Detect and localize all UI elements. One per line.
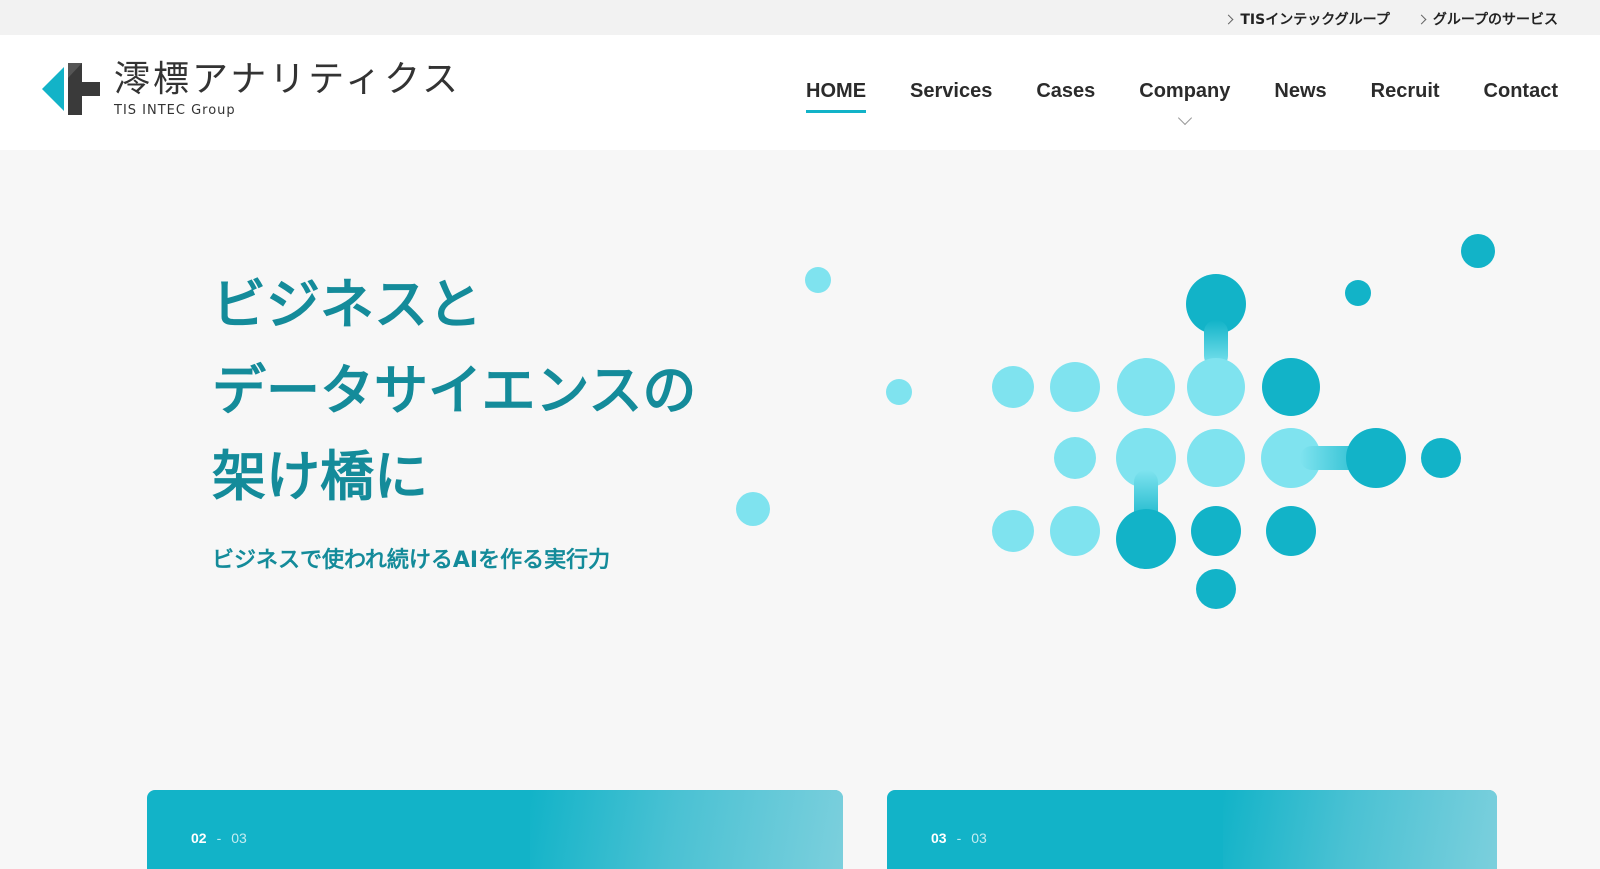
slide-index: 02: [191, 830, 207, 846]
link-group-services[interactable]: グループのサービス: [1416, 9, 1558, 29]
slide-index: 03: [931, 830, 947, 846]
nav-contact[interactable]: Contact: [1484, 79, 1558, 103]
slide-card[interactable]: 02 - 03: [147, 790, 843, 869]
chevron-right-icon: [1223, 14, 1234, 25]
slide-card-image: [529, 790, 843, 869]
nav-recruit[interactable]: Recruit: [1371, 79, 1440, 103]
link-label: TISインテックグループ: [1240, 12, 1390, 28]
nav-news[interactable]: News: [1274, 79, 1326, 103]
nav-company-label: Company: [1139, 80, 1231, 102]
site-header: 澪標アナリティクス TIS INTEC Group HOME Services …: [0, 35, 1600, 150]
main-nav: HOME Services Cases Company News Recruit…: [806, 79, 1558, 126]
hero-dots-illustration: [736, 234, 1495, 609]
logo-mark-icon: [42, 63, 100, 115]
chevron-right-icon: [1416, 14, 1427, 25]
slide-separator: -: [216, 830, 222, 846]
link-label: グループのサービス: [1432, 12, 1558, 28]
slide-counter: 03 - 03: [931, 830, 987, 846]
utility-bar: TISインテックグループ グループのサービス: [0, 0, 1600, 35]
slide-card[interactable]: 03 - 03: [887, 790, 1497, 869]
slide-total: 03: [971, 830, 987, 846]
hero-title-line: データサイエンスの: [212, 359, 697, 422]
slide-counter: 02 - 03: [191, 830, 247, 846]
logo-text: 澪標アナリティクス TIS INTEC Group: [114, 59, 461, 119]
slide-separator: -: [956, 830, 962, 846]
nav-company[interactable]: Company: [1139, 79, 1231, 126]
utility-links: TISインテックグループ グループのサービス: [1223, 9, 1558, 29]
logo-name: 澪標アナリティクス: [114, 59, 462, 100]
hero-title: ビジネスと データサイエンスの 架け橋に: [212, 262, 696, 520]
hero-title-line: ビジネスと: [212, 273, 482, 336]
nav-services[interactable]: Services: [910, 79, 992, 103]
nav-home[interactable]: HOME: [806, 79, 867, 113]
hero-title-line: 架け橋に: [212, 445, 428, 508]
site-logo[interactable]: 澪標アナリティクス TIS INTEC Group: [42, 59, 461, 119]
slide-total: 03: [231, 830, 247, 846]
nav-cases[interactable]: Cases: [1036, 79, 1095, 103]
chevron-down-icon: [1177, 110, 1192, 126]
slide-card-image: [1222, 790, 1497, 869]
hero-subtitle: ビジネスで使われ続けるAIを作る実行力: [212, 548, 611, 573]
logo-group: TIS INTEC Group: [114, 103, 236, 118]
link-tis-intec-group[interactable]: TISインテックグループ: [1223, 9, 1390, 29]
